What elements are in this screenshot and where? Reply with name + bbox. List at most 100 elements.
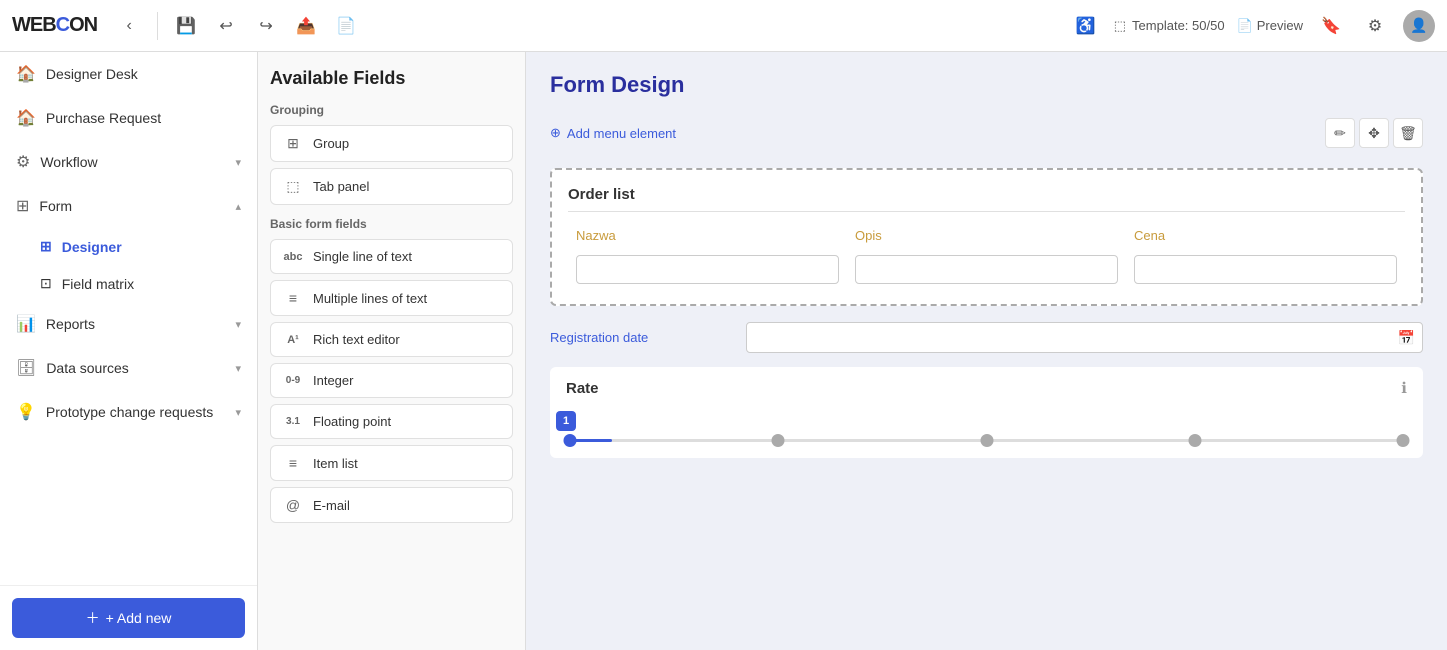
rich-text-icon: A¹ <box>283 334 303 346</box>
sidebar-label-data-sources: Data sources <box>46 360 225 376</box>
field-label-floating-point: Floating point <box>313 414 391 429</box>
sidebar-item-data-sources[interactable]: 🗄 Data sources ▾ <box>0 346 257 390</box>
copy-button[interactable]: 📄 <box>330 10 362 42</box>
sidebar-item-field-matrix[interactable]: ⊡ Field matrix <box>0 265 257 302</box>
info-icon[interactable]: ℹ <box>1401 379 1407 397</box>
rate-slider-track <box>570 439 1403 442</box>
form-icon: ⊞ <box>16 196 29 216</box>
registration-date-row: Registration date 📅 <box>550 322 1423 353</box>
chevron-down-icon-reports: ▾ <box>235 318 241 331</box>
accessibility-button[interactable]: ♿ <box>1070 10 1102 42</box>
slider-marker-0[interactable] <box>564 434 577 447</box>
field-item-single-line[interactable]: abc Single line of text <box>270 239 513 274</box>
registration-date-label: Registration date <box>550 330 730 345</box>
cell-nazwa <box>568 251 847 288</box>
email-icon: @ <box>283 497 303 513</box>
field-label-single-line: Single line of text <box>313 249 412 264</box>
preview-button[interactable]: 📄 Preview <box>1237 18 1303 34</box>
column-header-opis: Opis <box>847 224 1126 251</box>
field-item-item-list[interactable]: ≡ Item list <box>270 445 513 481</box>
registration-date-input[interactable] <box>746 322 1423 353</box>
field-item-floating-point[interactable]: 3.1 Floating point <box>270 404 513 439</box>
main-toolbar: WEBCON ‹ 💾 ↩ ↪ 📤 📄 ♿ ⬚ Template: 50/50 📄… <box>0 0 1447 52</box>
sidebar-item-purchase-request[interactable]: 🏠 Purchase Request <box>0 96 257 140</box>
sidebar-item-reports[interactable]: 📊 Reports ▾ <box>0 302 257 346</box>
floating-point-icon: 3.1 <box>283 416 303 427</box>
field-item-group[interactable]: ⊞ Group <box>270 125 513 162</box>
add-menu-element-button[interactable]: ⊕ Add menu element <box>550 125 676 141</box>
move-icon-button[interactable]: ✥ <box>1359 118 1389 148</box>
home-icon: 🏠 <box>16 64 36 84</box>
delete-icon-button[interactable]: 🗑 <box>1393 118 1423 148</box>
home-icon-2: 🏠 <box>16 108 36 128</box>
group-icon: ⊞ <box>283 135 303 152</box>
field-label-integer: Integer <box>313 373 353 388</box>
multi-line-icon: ≡ <box>283 290 303 306</box>
field-item-rich-text[interactable]: A¹ Rich text editor <box>270 322 513 357</box>
rate-label: Rate <box>566 380 599 397</box>
slider-marker-50[interactable] <box>980 434 993 447</box>
settings-button[interactable]: ⚙ <box>1359 10 1391 42</box>
sidebar-item-designer-desk[interactable]: 🏠 Designer Desk <box>0 52 257 96</box>
cell-opis <box>847 251 1126 288</box>
tab-panel-icon: ⬚ <box>283 178 303 195</box>
sidebar-label-prototype: Prototype change requests <box>46 404 226 420</box>
slider-marker-75[interactable] <box>1188 434 1201 447</box>
edit-icon-button[interactable]: ✏ <box>1325 118 1355 148</box>
sidebar-bottom: ＋ + Add new <box>0 585 257 650</box>
field-item-integer[interactable]: 0-9 Integer <box>270 363 513 398</box>
registration-date-input-wrap: 📅 <box>746 322 1423 353</box>
sidebar-label-workflow: Workflow <box>40 154 225 170</box>
form-design-toolbar: ⊕ Add menu element ✏ ✥ 🗑 <box>526 110 1447 156</box>
chevron-down-icon: ▾ <box>235 156 241 169</box>
main-content: Form Design ⊕ Add menu element ✏ ✥ 🗑 <box>526 52 1447 650</box>
toolbar-divider <box>157 12 158 40</box>
calendar-icon: 📅 <box>1398 329 1415 346</box>
chevron-up-icon: ▴ <box>235 200 241 213</box>
data-sources-icon: 🗄 <box>16 358 36 378</box>
reports-icon: 📊 <box>16 314 36 334</box>
column-header-nazwa: Nazwa <box>568 224 847 251</box>
table-row <box>568 251 1405 288</box>
undo-button[interactable]: ↩ <box>210 10 242 42</box>
order-list-group: Nazwa Opis Cena <box>550 168 1423 306</box>
slider-marker-100[interactable] <box>1397 434 1410 447</box>
preview-label: Preview <box>1257 18 1303 33</box>
field-item-email[interactable]: @ E-mail <box>270 487 513 523</box>
sidebar: 🏠 Designer Desk 🏠 Purchase Request ⚙ Wor… <box>0 52 258 650</box>
sidebar-label-purchase-request: Purchase Request <box>46 110 241 126</box>
template-label: Template: 50/50 <box>1132 18 1225 33</box>
collapse-sidebar-button[interactable]: ‹ <box>113 10 145 42</box>
bookmark-button[interactable]: 🔖 <box>1315 10 1347 42</box>
save-button[interactable]: 💾 <box>170 10 202 42</box>
slider-marker-25[interactable] <box>772 434 785 447</box>
group-title-input[interactable] <box>568 186 1405 203</box>
sidebar-item-designer[interactable]: ⊞ Designer <box>0 228 257 265</box>
sidebar-item-workflow[interactable]: ⚙ Workflow ▾ <box>0 140 257 184</box>
chevron-down-icon-ds: ▾ <box>235 362 241 375</box>
preview-icon: 📄 <box>1237 18 1253 34</box>
nazwa-input[interactable] <box>576 255 839 284</box>
redo-button[interactable]: ↪ <box>250 10 282 42</box>
main-layout: 🏠 Designer Desk 🏠 Purchase Request ⚙ Wor… <box>0 52 1447 650</box>
rate-badge: 1 <box>556 411 576 431</box>
field-item-multi-line[interactable]: ≡ Multiple lines of text <box>270 280 513 316</box>
order-list-table: Nazwa Opis Cena <box>568 224 1405 288</box>
cell-cena <box>1126 251 1405 288</box>
single-line-icon: abc <box>283 251 303 263</box>
sidebar-item-form[interactable]: ⊞ Form ▴ <box>0 184 257 228</box>
save-alt-button[interactable]: 📤 <box>290 10 322 42</box>
sidebar-item-prototype[interactable]: 💡 Prototype change requests ▾ <box>0 390 257 434</box>
template-info: ⬚ Template: 50/50 <box>1114 18 1225 34</box>
sidebar-label-designer: Designer <box>62 239 122 255</box>
cena-input[interactable] <box>1134 255 1397 284</box>
add-new-button[interactable]: ＋ + Add new <box>12 598 245 638</box>
form-canvas: Nazwa Opis Cena <box>526 156 1447 650</box>
fields-panel-title: Available Fields <box>270 68 513 89</box>
field-item-tab-panel[interactable]: ⬚ Tab panel <box>270 168 513 205</box>
template-icon: ⬚ <box>1114 18 1126 34</box>
integer-icon: 0-9 <box>283 375 303 386</box>
opis-input[interactable] <box>855 255 1118 284</box>
grouping-section-label: Grouping <box>270 103 513 117</box>
add-new-label: + Add new <box>106 610 172 626</box>
